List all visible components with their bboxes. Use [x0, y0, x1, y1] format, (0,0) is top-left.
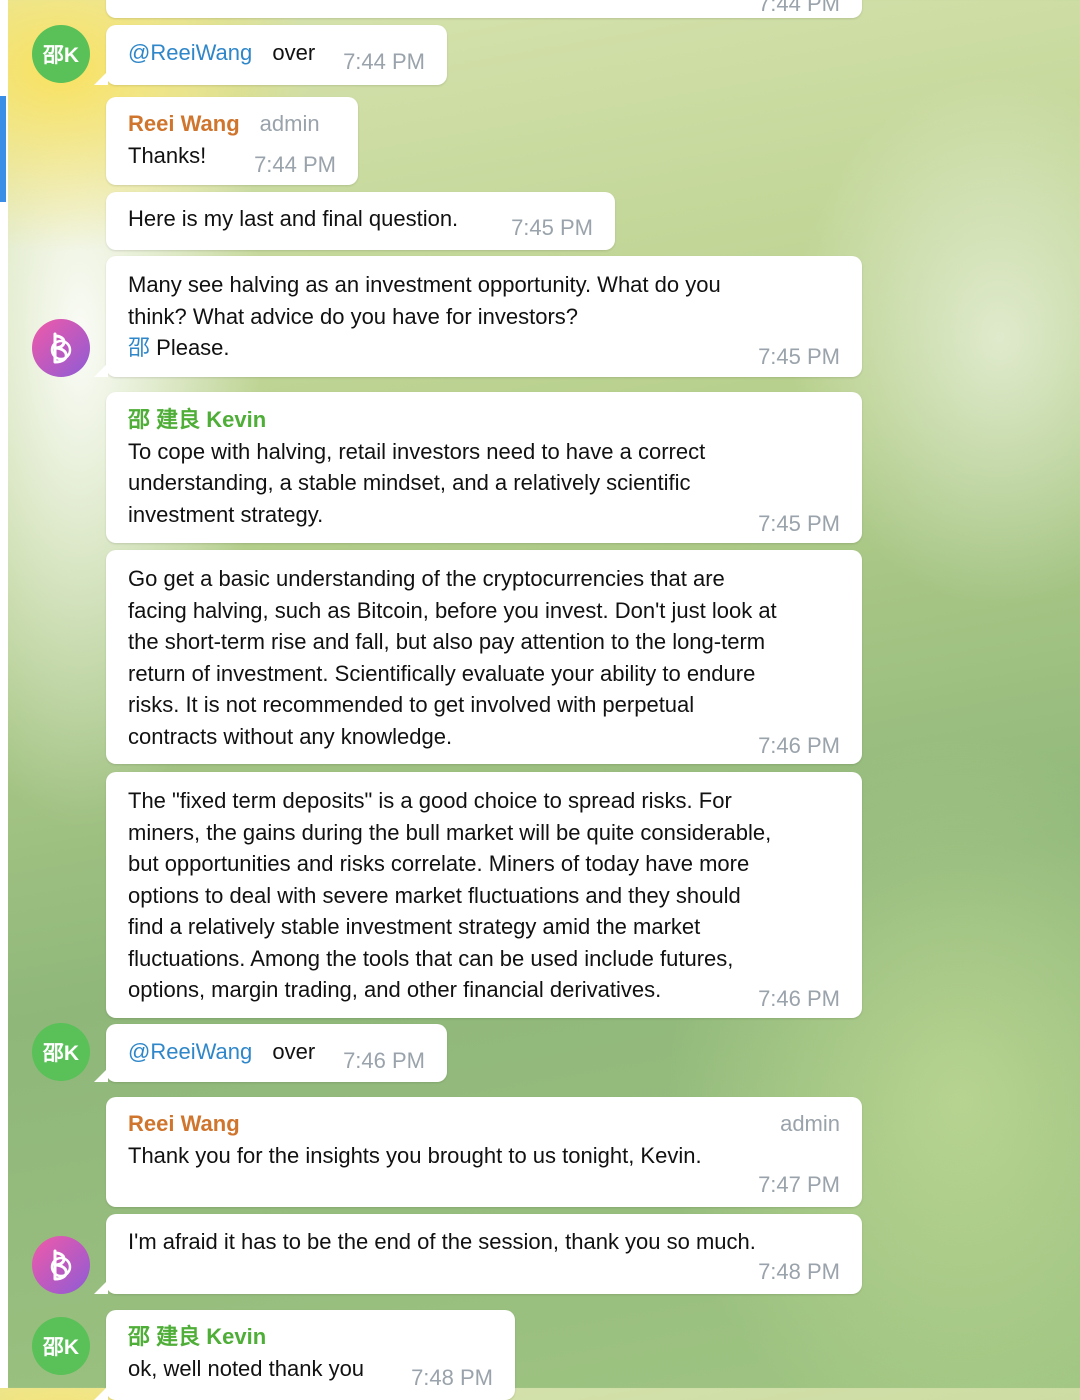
- admin-badge: admin: [780, 1111, 840, 1136]
- message-bubble[interactable]: Many see halving as an investment opport…: [94, 256, 862, 377]
- message-line: fluctuations. Among the tools that can b…: [128, 945, 734, 971]
- message-line: think? What advice do you have for inves…: [128, 303, 579, 329]
- message-bubble[interactable]: Reei Wang admin Thank you for the insigh…: [106, 1097, 862, 1207]
- avatar[interactable]: 邵K: [32, 25, 90, 83]
- message-bubble[interactable]: @ReeiWang over 7:44 PM: [94, 25, 447, 85]
- message-time: 7:48 PM: [758, 1258, 840, 1284]
- message-line: The "fixed term deposits" is a good choi…: [128, 788, 732, 813]
- message-text: Thank you for the insights you brought t…: [128, 1142, 702, 1168]
- message-bubble[interactable]: 7:44 PM: [106, 0, 862, 18]
- message-line: options to deal with severe market fluct…: [128, 882, 741, 908]
- message-time: 7:48 PM: [411, 1364, 493, 1390]
- message-line: facing halving, such as Bitcoin, before …: [128, 597, 777, 623]
- message-line: Many see halving as an investment opport…: [128, 272, 721, 297]
- message-time: 7:46 PM: [343, 1048, 425, 1073]
- message-time: 7:44 PM: [254, 151, 336, 177]
- message-line: risks. It is not recommended to get invo…: [128, 692, 695, 717]
- avatar[interactable]: [32, 319, 90, 377]
- message-time: 7:44 PM: [758, 0, 840, 16]
- bi-logo-icon: [50, 1249, 72, 1281]
- message-time: 7:45 PM: [511, 215, 593, 240]
- message-bubble[interactable]: I'm afraid it has to be the end of the s…: [94, 1214, 862, 1294]
- message-bubble[interactable]: Go get a basic understanding of the cryp…: [106, 550, 862, 764]
- selection-indicator: [0, 96, 6, 202]
- sender-name[interactable]: Reei Wang: [128, 111, 240, 136]
- sender-name[interactable]: 邵 建良 Kevin: [128, 1321, 493, 1353]
- message-bubble[interactable]: Here is my last and final question. 7:45…: [106, 192, 615, 250]
- message-text: over: [272, 40, 316, 65]
- message-text: Thanks!: [128, 142, 207, 168]
- mention-link[interactable]: @ReeiWang: [128, 40, 252, 65]
- message-bubble[interactable]: 邵 建良 Kevin To cope with halving, retail …: [106, 392, 862, 543]
- message-time: 7:45 PM: [758, 510, 840, 536]
- sender-name[interactable]: Reei Wang: [128, 1111, 240, 1136]
- message-line: options, margin trading, and other finan…: [128, 977, 662, 1002]
- sidebar-edge: [0, 0, 8, 1388]
- avatar[interactable]: 邵K: [32, 1317, 90, 1375]
- message-text: Please.: [156, 335, 230, 360]
- message-bubble[interactable]: The "fixed term deposits" is a good choi…: [106, 772, 862, 1018]
- admin-badge: admin: [259, 111, 320, 136]
- mention-link[interactable]: @ReeiWang: [128, 1039, 252, 1064]
- message-bubble[interactable]: 邵 建良 Kevin ok, well noted thank you 7:48…: [94, 1310, 515, 1400]
- avatar[interactable]: 邵K: [32, 1023, 90, 1081]
- message-time: 7:46 PM: [758, 732, 840, 758]
- message-line: To cope with halving, retail investors n…: [128, 438, 706, 464]
- message-line: find a relatively stable investment stra…: [128, 914, 701, 939]
- message-line: miners, the gains during the bull market…: [128, 819, 772, 845]
- message-text: Here is my last and final question.: [128, 206, 459, 231]
- message-line: understanding, a stable mindset, and a r…: [128, 470, 691, 495]
- message-line: but opportunities and risks correlate. M…: [128, 851, 750, 876]
- mention-link[interactable]: 邵: [128, 335, 150, 360]
- message-bubble[interactable]: @ReeiWang over 7:46 PM: [94, 1024, 447, 1082]
- message-line: investment strategy.: [128, 501, 324, 527]
- message-line: the short-term rise and fall, but also p…: [128, 629, 766, 654]
- message-text: over: [272, 1039, 316, 1064]
- message-bubble[interactable]: Reei Wang admin Thanks! 7:44 PM: [106, 97, 358, 185]
- message-text: I'm afraid it has to be the end of the s…: [128, 1229, 756, 1254]
- message-time: 7:44 PM: [343, 49, 425, 74]
- message-time: 7:47 PM: [758, 1172, 840, 1197]
- message-time: 7:46 PM: [758, 986, 840, 1011]
- message-time: 7:45 PM: [758, 344, 840, 369]
- avatar[interactable]: [32, 1236, 90, 1294]
- sender-name[interactable]: 邵 建良 Kevin: [128, 404, 840, 436]
- message-line: return of investment. Scientifically eva…: [128, 660, 756, 686]
- message-line: contracts without any knowledge.: [128, 723, 453, 749]
- bi-logo-icon: [50, 332, 72, 364]
- message-line: Go get a basic understanding of the cryp…: [128, 566, 725, 591]
- message-text: ok, well noted thank you: [128, 1355, 365, 1381]
